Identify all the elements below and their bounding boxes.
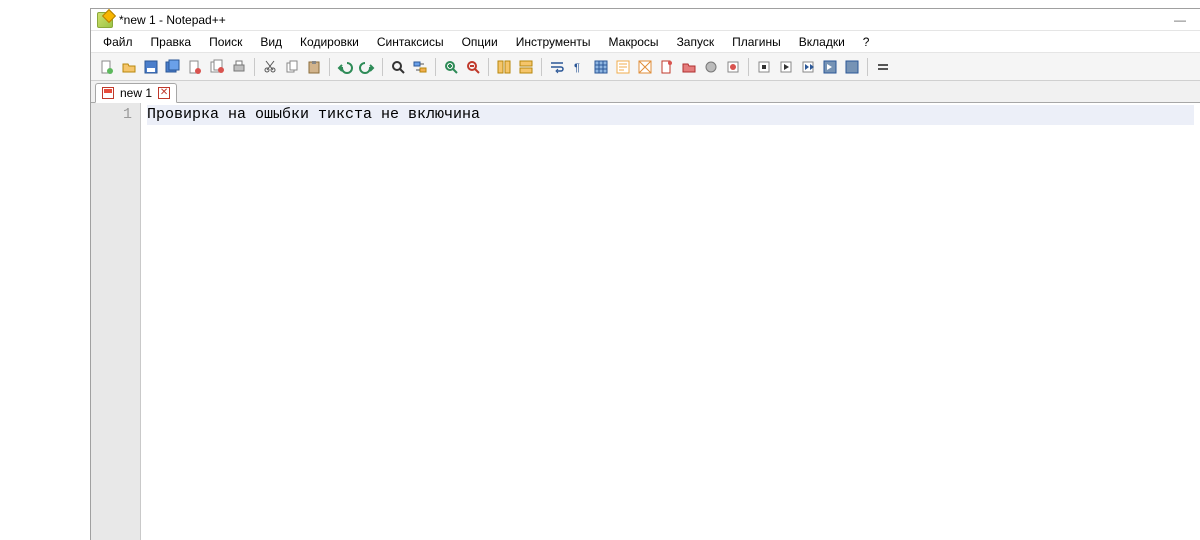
tab-new-1[interactable]: new 1 ✕: [95, 83, 177, 103]
toolbar-separator: [382, 58, 383, 76]
menu-file[interactable]: Файл: [95, 33, 141, 51]
menu-edit[interactable]: Правка: [143, 33, 200, 51]
editor: 1 Провирка на ошыбки тикста не включина: [91, 103, 1200, 540]
menu-run[interactable]: Запуск: [669, 33, 723, 51]
toolbar-separator: [867, 58, 868, 76]
code-area[interactable]: Провирка на ошыбки тикста не включина: [141, 103, 1200, 540]
notepadpp-window: *new 1 - Notepad++ — Файл Правка Поиск В…: [90, 8, 1200, 540]
zoom-in-icon[interactable]: [441, 57, 461, 77]
menu-language[interactable]: Синтаксисы: [369, 33, 452, 51]
menubar: Файл Правка Поиск Вид Кодировки Синтакси…: [91, 31, 1200, 53]
function-list-icon[interactable]: [679, 57, 699, 77]
play-macro-icon[interactable]: [798, 57, 818, 77]
sync-v-icon[interactable]: [494, 57, 514, 77]
sync-h-icon[interactable]: [516, 57, 536, 77]
menu-encoding[interactable]: Кодировки: [292, 33, 367, 51]
record-macro-icon[interactable]: [754, 57, 774, 77]
print-icon[interactable]: [229, 57, 249, 77]
new-file-icon[interactable]: [97, 57, 117, 77]
modified-file-icon: [102, 87, 114, 99]
word-wrap-icon[interactable]: [547, 57, 567, 77]
save-all-icon[interactable]: [163, 57, 183, 77]
toggle-icon[interactable]: [873, 57, 893, 77]
copy-icon[interactable]: [282, 57, 302, 77]
play-multiple-icon[interactable]: [820, 57, 840, 77]
show-all-chars-icon[interactable]: ¶: [569, 57, 589, 77]
stop-macro-icon[interactable]: [776, 57, 796, 77]
save-macro-icon[interactable]: [842, 57, 862, 77]
replace-icon[interactable]: [410, 57, 430, 77]
toolbar-separator: [254, 58, 255, 76]
menu-search[interactable]: Поиск: [201, 33, 250, 51]
toolbar-separator: [488, 58, 489, 76]
tabbar: new 1 ✕: [91, 81, 1200, 103]
line-number-gutter: 1: [91, 103, 141, 540]
toolbar-separator: [541, 58, 542, 76]
find-icon[interactable]: [388, 57, 408, 77]
open-file-icon[interactable]: [119, 57, 139, 77]
titlebar: *new 1 - Notepad++ —: [91, 9, 1200, 31]
menu-view[interactable]: Вид: [252, 33, 290, 51]
svg-text:¶: ¶: [574, 62, 580, 74]
menu-help[interactable]: ?: [855, 33, 878, 51]
toolbar-separator: [748, 58, 749, 76]
menu-macro[interactable]: Макросы: [601, 33, 667, 51]
close-file-icon[interactable]: [185, 57, 205, 77]
minimize-button[interactable]: —: [1166, 10, 1194, 30]
menu-tools[interactable]: Инструменты: [508, 33, 599, 51]
cut-icon[interactable]: [260, 57, 280, 77]
monitor-icon[interactable]: [723, 57, 743, 77]
tab-label: new 1: [120, 86, 152, 100]
toolbar-separator: [329, 58, 330, 76]
menu-window[interactable]: Вкладки: [791, 33, 853, 51]
language-icon[interactable]: [613, 57, 633, 77]
toolbar: ¶: [91, 53, 1200, 81]
doc-map-icon[interactable]: [657, 57, 677, 77]
undo-icon[interactable]: [335, 57, 355, 77]
window-title: *new 1 - Notepad++: [119, 13, 226, 27]
close-all-icon[interactable]: [207, 57, 227, 77]
paste-icon[interactable]: [304, 57, 324, 77]
zoom-out-icon[interactable]: [463, 57, 483, 77]
app-icon: [97, 12, 113, 28]
redo-icon[interactable]: [357, 57, 377, 77]
folder-doc-icon[interactable]: [635, 57, 655, 77]
toolbar-separator: [435, 58, 436, 76]
indent-guide-icon[interactable]: [591, 57, 611, 77]
menu-plugins[interactable]: Плагины: [724, 33, 789, 51]
menu-settings[interactable]: Опции: [454, 33, 506, 51]
folder-icon[interactable]: [701, 57, 721, 77]
tab-close-icon[interactable]: ✕: [158, 87, 170, 99]
line-number: 1: [91, 105, 132, 125]
save-file-icon[interactable]: [141, 57, 161, 77]
code-line[interactable]: Провирка на ошыбки тикста не включина: [147, 105, 1194, 125]
